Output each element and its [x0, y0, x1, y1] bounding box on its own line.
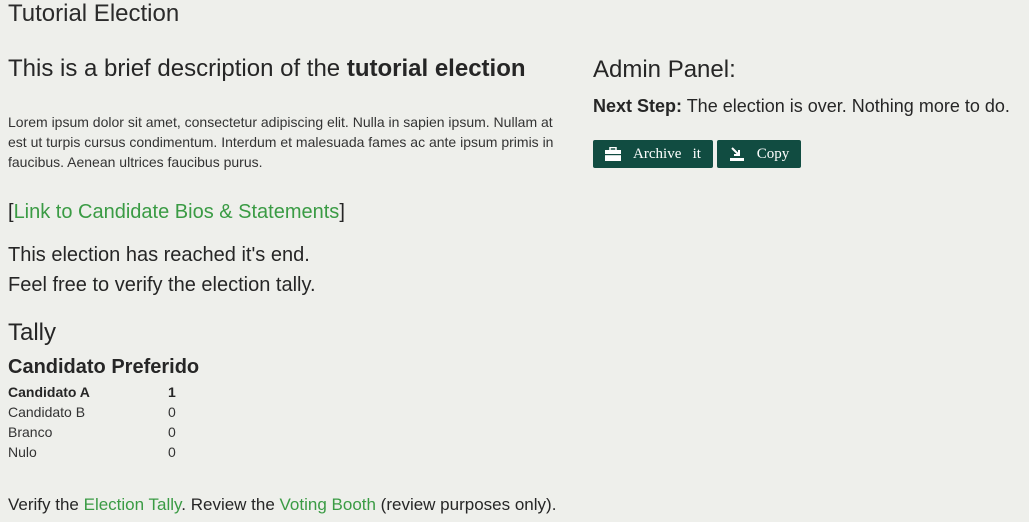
next-step-text: The election is over. Nothing more to do… [682, 96, 1010, 116]
candidate-name: Branco [8, 424, 53, 440]
next-step-label: Next Step: [593, 96, 683, 116]
briefcase-icon [605, 147, 622, 161]
voting-booth-link[interactable]: Voting Booth [280, 495, 376, 514]
vote-count: 0 [168, 404, 176, 420]
status-line-1: This election has reached it's end. [8, 244, 310, 266]
bios-close-bracket: ] [339, 201, 345, 223]
verify-suffix: (review purposes only). [375, 495, 557, 514]
vote-count: 1 [168, 384, 176, 400]
vote-count: 0 [168, 424, 176, 440]
next-step: Next Step: The election is over. Nothing… [593, 94, 1023, 118]
description-bold: tutorial election [346, 55, 526, 82]
status-line-2: Feel free to verify the election tally. [8, 274, 316, 296]
candidate-name: Candidato A [8, 384, 90, 400]
description-prefix: This is a brief description of the [8, 55, 347, 82]
candidate-bios-link[interactable]: Link to Candidate Bios & Statements [14, 201, 340, 223]
description-heading: This is a brief description of the tutor… [8, 54, 568, 84]
election-page: Tutorial Election This is a brief descri… [0, 0, 1029, 522]
archive-button[interactable]: Archive it [593, 140, 713, 168]
main-column: This is a brief description of the tutor… [8, 54, 568, 516]
copy-icon [729, 147, 745, 161]
admin-panel-title: Admin Panel: [593, 56, 736, 83]
verify-line: Verify the Election Tally. Review the Vo… [8, 494, 568, 516]
table-row: Branco 0 [8, 422, 176, 442]
election-status: This election has reached it's end. Feel… [8, 240, 568, 300]
bios-line: [Link to Candidate Bios & Statements] [8, 200, 568, 224]
election-tally-link[interactable]: Election Tally [84, 495, 182, 514]
verify-middle: . Review the [181, 495, 280, 514]
verify-prefix: Verify the [8, 495, 84, 514]
page-title: Tutorial Election [8, 0, 180, 27]
tally-table: Candidato A 1 Candidato B 0 Branco 0 Nul… [8, 382, 176, 462]
candidate-name: Nulo [8, 444, 37, 460]
admin-buttons: Archive it Copy [593, 140, 1023, 168]
table-row: Nulo 0 [8, 442, 176, 462]
copy-button[interactable]: Copy [717, 140, 801, 168]
copy-label: Copy [756, 145, 790, 162]
archive-label: Archive it [633, 145, 701, 162]
candidate-name: Candidato B [8, 404, 86, 420]
question-title: Candidato Preferido [8, 356, 200, 378]
vote-count: 0 [168, 444, 176, 460]
tally-title: Tally [8, 319, 57, 346]
table-row: Candidato A 1 [8, 382, 176, 402]
description-text: Lorem ipsum dolor sit amet, consectetur … [8, 114, 554, 170]
admin-panel: Admin Panel: Next Step: The election is … [593, 54, 1023, 168]
table-row: Candidato B 0 [8, 402, 176, 422]
